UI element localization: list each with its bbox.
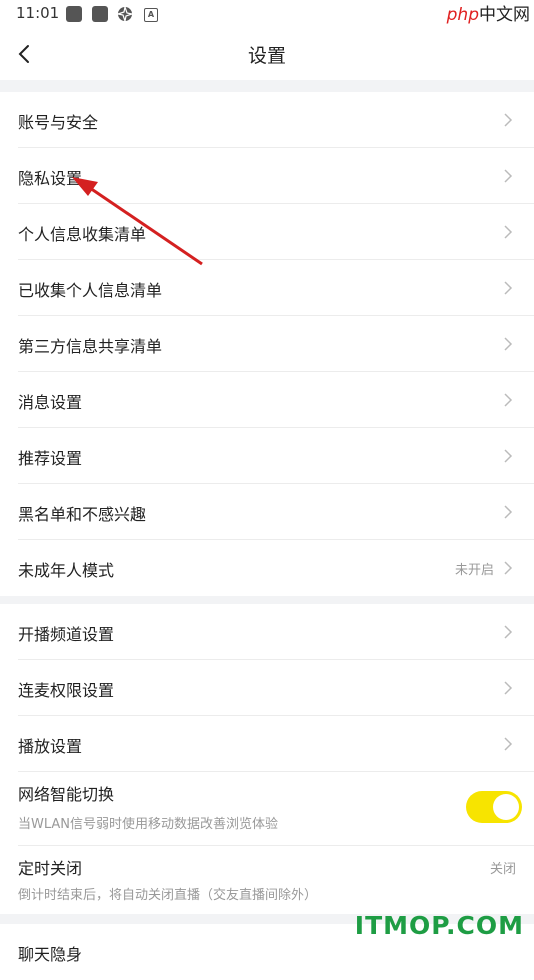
item-label: 消息设置: [18, 393, 83, 412]
item-label: 连麦权限设置: [18, 681, 115, 700]
chevron-right-icon: [504, 449, 513, 463]
settings-item-broadcast-channel[interactable]: 开播频道设置: [0, 604, 534, 660]
a-icon: A: [144, 8, 158, 22]
settings-item-personal-info-collection[interactable]: 个人信息收集清单: [0, 204, 534, 260]
watermark-php: php中文网: [446, 5, 530, 25]
chevron-right-icon: [504, 169, 513, 183]
chevron-right-icon: [504, 505, 513, 519]
chevron-right-icon: [504, 737, 513, 751]
item-label: 开播频道设置: [18, 625, 115, 644]
notification-app-icon: [66, 6, 82, 22]
item-label: 播放设置: [18, 737, 83, 756]
section-gap: [0, 80, 534, 92]
timer-off-status: 关闭: [489, 862, 516, 877]
chevron-right-icon: [504, 393, 513, 407]
item-label: 个人信息收集清单: [18, 225, 147, 244]
section-gap: [0, 596, 534, 604]
toggle-knob: [493, 794, 519, 820]
watermark-itmop: ITMOP.COM: [354, 911, 524, 940]
chevron-right-icon: [504, 561, 513, 575]
status-bar: 11:01 A php中文网: [0, 0, 534, 28]
settings-item-playback[interactable]: 播放设置: [0, 716, 534, 772]
minor-mode-status: 未开启: [454, 563, 494, 578]
settings-item-blacklist[interactable]: 黑名单和不感兴趣: [0, 484, 534, 540]
page-title: 设置: [247, 45, 286, 67]
settings-item-privacy[interactable]: 隐私设置: [0, 148, 534, 204]
header: 设置: [0, 28, 534, 80]
aperture-icon: [117, 6, 133, 22]
network-switch-toggle[interactable]: [466, 791, 522, 823]
chevron-right-icon: [504, 337, 513, 351]
settings-item-timer-off[interactable]: 定时关闭 倒计时结束后，将自动关闭直播（交友直播间除外） 关闭: [0, 846, 534, 914]
item-label: 网络智能切换: [18, 785, 115, 804]
chevron-right-icon: [504, 225, 513, 239]
chevron-right-icon: [504, 625, 513, 639]
settings-item-network-switch: 网络智能切换 当WLAN信号弱时使用移动数据改善浏览体验: [0, 772, 534, 846]
item-label: 推荐设置: [18, 449, 83, 468]
settings-item-account-security[interactable]: 账号与安全: [0, 92, 534, 148]
settings-item-collected-info[interactable]: 已收集个人信息清单: [0, 260, 534, 316]
notification-app-icon: [92, 6, 108, 22]
chevron-right-icon: [504, 281, 513, 295]
chevron-right-icon: [504, 681, 513, 695]
settings-item-message[interactable]: 消息设置: [0, 372, 534, 428]
item-label: 黑名单和不感兴趣: [18, 505, 147, 524]
item-label: 第三方信息共享清单: [18, 337, 163, 356]
item-label: 已收集个人信息清单: [18, 281, 163, 300]
item-description: 当WLAN信号弱时使用移动数据改善浏览体验: [18, 817, 279, 832]
settings-item-recommendation[interactable]: 推荐设置: [0, 428, 534, 484]
item-description: 倒计时结束后，将自动关闭直播（交友直播间除外）: [18, 888, 318, 903]
settings-item-mic-permission[interactable]: 连麦权限设置: [0, 660, 534, 716]
status-time: 11:01: [16, 4, 60, 22]
item-label: 隐私设置: [18, 169, 83, 188]
item-label: 定时关闭: [18, 859, 83, 878]
settings-item-third-party-sharing[interactable]: 第三方信息共享清单: [0, 316, 534, 372]
item-label: 未成年人模式: [18, 561, 115, 580]
item-label: 账号与安全: [18, 113, 99, 132]
chevron-right-icon: [504, 113, 513, 127]
item-label: 聊天隐身: [18, 945, 83, 964]
settings-item-minor-mode[interactable]: 未成年人模式 未开启: [0, 540, 534, 596]
